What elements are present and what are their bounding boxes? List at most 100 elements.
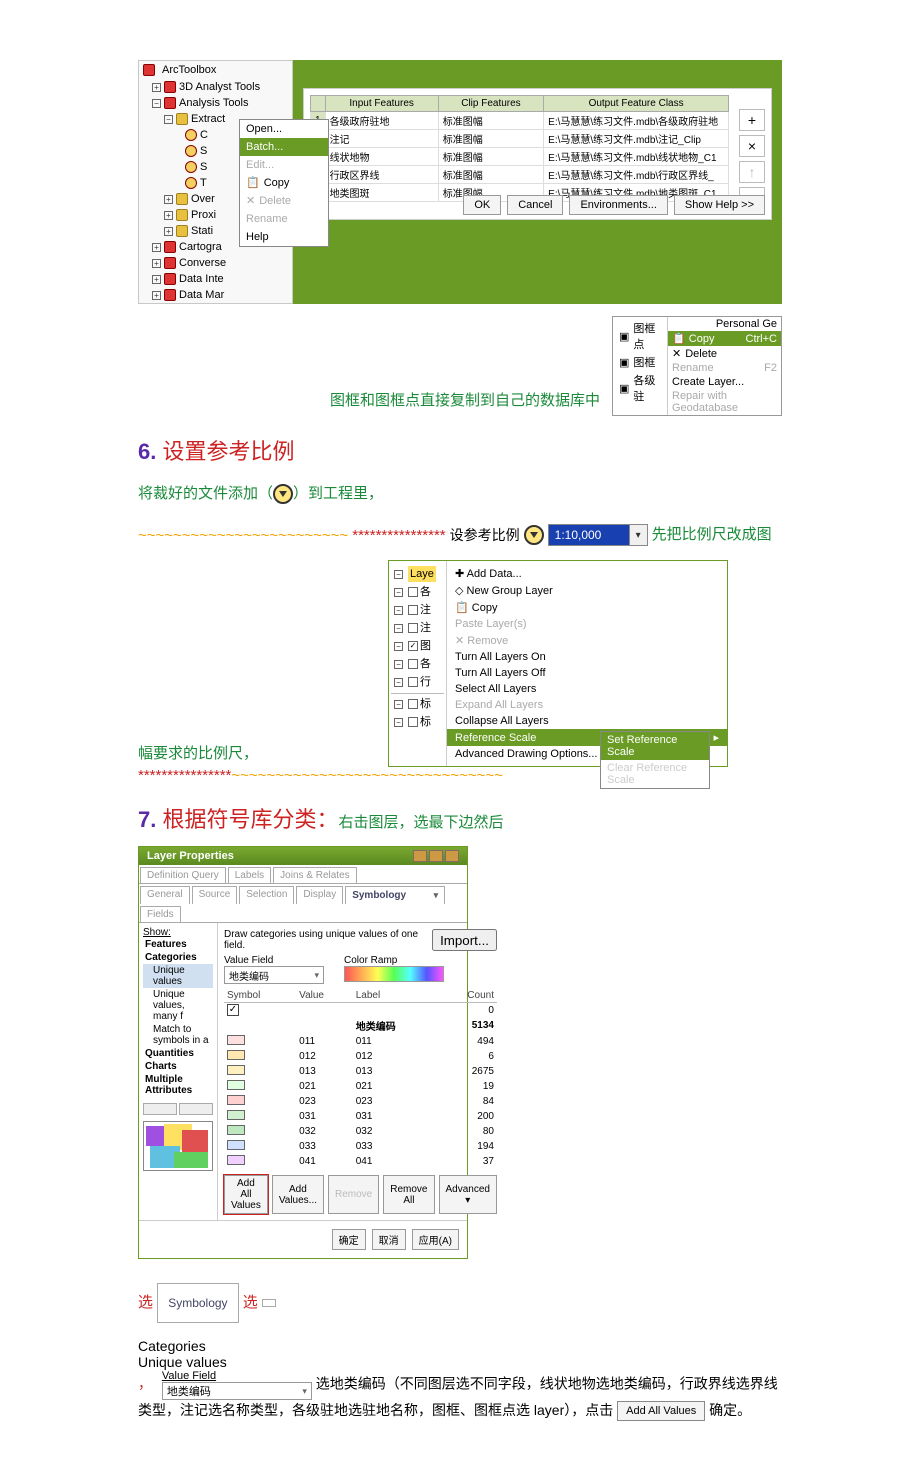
table-row[interactable]: 3线状地物标准图幅E:\马慧慧\练习文件.mdb\线状地物_C1 [311,148,729,166]
tree-item[interactable]: Data Inte [179,272,224,286]
expand-icon[interactable]: + [152,259,161,268]
import-button[interactable]: Import... [432,929,497,951]
menu-copy[interactable]: 📋 Copy [240,174,328,192]
show-multiattr[interactable]: Multiple Attributes [143,1073,213,1097]
unique-values-many[interactable]: Unique values, many f [143,988,213,1023]
cancel-button[interactable]: Cancel [507,195,563,215]
dialog-tab[interactable]: Joins & Relates [273,867,356,883]
menu-delete[interactable]: ✕ Delete [668,346,781,361]
ok-button[interactable]: OK [463,195,501,215]
toc-menu-item[interactable]: Turn All Layers On [447,649,727,665]
toc-menu-item[interactable]: Turn All Layers Off [447,665,727,681]
tree-item[interactable]: T [200,176,207,190]
toc-menu-item[interactable]: Collapse All Layers [447,713,727,729]
dialog-tab[interactable]: General [140,886,190,904]
unique-values[interactable]: Unique values [143,964,213,988]
table-row[interactable]: 2注记标准图幅E:\马慧慧\练习文件.mdb\注记_Clip [311,130,729,148]
add-values-button[interactable]: Add Values... [272,1175,324,1214]
menu-copy[interactable]: 📋 CopyCtrl+C [668,331,781,346]
add-all-values-inline[interactable]: Add All Values [617,1401,705,1421]
tree-item[interactable]: Cartogra [179,240,222,254]
toc-menu-item[interactable]: 📋 Copy [447,599,727,616]
symbology-row[interactable]: 031031200 [224,1109,497,1124]
symbology-row[interactable]: 02102119 [224,1079,497,1094]
show-quantities[interactable]: Quantities [143,1047,213,1060]
catalog-item[interactable]: 图框点 [633,320,661,352]
move-up-button[interactable]: ↑ [739,161,765,183]
set-reference-scale[interactable]: Set Reference Scale [601,732,709,760]
symbology-row[interactable]: 03203280 [224,1124,497,1139]
symbology-row[interactable]: 0120126 [224,1049,497,1064]
expand-icon[interactable]: + [152,83,161,92]
table-row[interactable]: 1各级政府驻地标准图幅E:\马慧慧\练习文件.mdb\各级政府驻地 [311,112,729,130]
show-charts[interactable]: Charts [143,1060,213,1073]
menu-open[interactable]: Open... [240,120,328,138]
value-field-select[interactable]: 地类编码 [224,966,324,984]
dialog-tab[interactable]: Symbology [345,886,445,904]
tree-item[interactable]: 3D Analyst Tools [179,80,260,94]
show-features[interactable]: Features [143,938,213,951]
scale-dropdown[interactable] [629,525,647,545]
tree-item[interactable]: S [200,144,207,158]
dialog-tab[interactable]: Display [296,886,343,904]
scale-input[interactable] [549,525,629,545]
expand-icon[interactable]: + [164,195,173,204]
categories-inline[interactable] [262,1299,276,1307]
layer-node[interactable]: 图 [420,638,431,654]
catalog-item[interactable]: 图框 [633,354,655,370]
symbology-row[interactable]: 04104137 [224,1154,497,1169]
expand-icon[interactable]: + [152,291,161,300]
tree-item[interactable]: Analysis Tools [179,96,249,110]
ok-button[interactable]: 确定 [332,1229,366,1250]
symbology-row[interactable]: 033033194 [224,1139,497,1154]
add-row-button[interactable]: + [739,109,765,131]
expand-icon[interactable]: + [152,243,161,252]
dialog-tab[interactable]: Source [192,886,238,904]
collapse-icon[interactable]: − [164,115,173,124]
symbology-row[interactable]: 0130132675 [224,1064,497,1079]
symbology-row[interactable]: 011011494 [224,1034,497,1049]
remove-all-button[interactable]: Remove All [383,1175,434,1214]
environments-button[interactable]: Environments... [569,195,667,215]
tree-item[interactable]: Proxi [191,208,216,222]
add-all-values-button[interactable]: Add All Values [224,1175,268,1214]
menu-create-layer[interactable]: Create Layer... [668,375,781,389]
tree-item[interactable]: C [200,128,208,142]
menu-help[interactable]: Help [240,228,328,246]
layer-node[interactable]: 各 [420,584,431,600]
dialog-tab[interactable]: Definition Query [140,867,226,883]
dialog-tab[interactable]: Fields [140,906,181,922]
toc-menu-item[interactable]: Select All Layers [447,681,727,697]
layer-node[interactable]: 标 [420,696,431,712]
table-row[interactable]: 4行政区界线标准图幅E:\马慧慧\练习文件.mdb\行政区界线_ [311,166,729,184]
value-field-select-inline[interactable]: 地类编码 [162,1382,312,1400]
dialog-tab[interactable]: Selection [239,886,294,904]
tree-item[interactable]: Data Mar [179,288,224,302]
toc-menu-item[interactable]: ◇ New Group Layer [447,582,727,599]
delete-row-button[interactable]: × [739,135,765,157]
expand-icon[interactable]: + [164,227,173,236]
maximize-icon[interactable] [429,850,443,862]
layer-node[interactable]: 各 [420,656,431,672]
show-help-button[interactable]: Show Help >> [674,195,765,215]
tree-item[interactable]: Stati [191,224,213,238]
tree-item[interactable]: Converse [179,256,226,270]
layer-node[interactable]: 注 [420,602,431,618]
expand-icon[interactable]: + [164,211,173,220]
match-symbols[interactable]: Match to symbols in a [143,1023,213,1047]
apply-button[interactable]: 应用(A) [412,1229,459,1250]
close-icon[interactable] [445,850,459,862]
menu-batch[interactable]: Batch... [240,138,328,156]
scroll-left[interactable] [143,1103,177,1115]
dataframe-node[interactable]: Laye [408,566,436,582]
minimize-icon[interactable] [413,850,427,862]
remove-button[interactable]: Remove [328,1175,379,1214]
scale-combo[interactable] [548,524,648,546]
symbology-row[interactable]: 02302384 [224,1094,497,1109]
tree-item[interactable]: Over [191,192,215,206]
layer-node[interactable]: 标 [420,714,431,730]
symbology-row[interactable]: ✓0 [224,1003,497,1018]
layer-node[interactable]: 注 [420,620,431,636]
advanced-button[interactable]: Advanced ▾ [439,1175,497,1214]
catalog-item[interactable]: 各级驻 [633,372,661,404]
